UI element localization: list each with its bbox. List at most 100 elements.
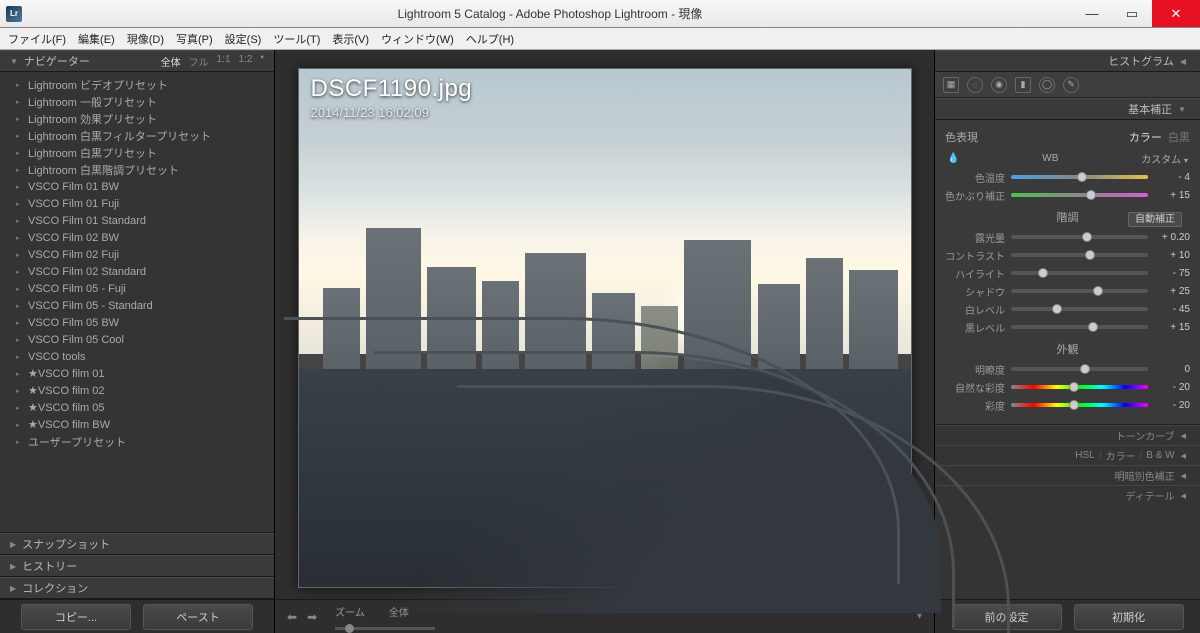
slider-value[interactable]: + 15 [1154,322,1190,333]
maximize-button[interactable]: ▭ [1112,0,1152,27]
menu-item[interactable]: ファイル(F) [4,29,70,49]
treatment-color[interactable]: カラー [1129,132,1162,144]
slider-value[interactable]: - 75 [1154,268,1190,279]
preset-item[interactable]: VSCO Film 05 - Fuji [0,280,274,297]
slider-track[interactable] [1011,325,1148,329]
slider-track[interactable] [1011,253,1148,257]
preset-item[interactable]: Lightroom ビデオプリセット [0,76,274,93]
slider-track[interactable] [1011,403,1148,407]
preset-item[interactable]: Lightroom 効果プリセット [0,110,274,127]
splittone-header[interactable]: 明暗別色補正◀ [935,465,1200,485]
preset-item[interactable]: VSCO Film 05 - Standard [0,297,274,314]
slider-knob[interactable] [1093,286,1103,296]
slider-track[interactable] [1011,307,1148,311]
preset-item[interactable]: VSCO tools [0,348,274,365]
copy-button[interactable]: コピー... [21,604,131,630]
preset-item[interactable]: Lightroom 白黒階調プリセット [0,161,274,178]
radial-tool-icon[interactable]: ◯ [1039,77,1055,93]
redeye-tool-icon[interactable]: ◉ [991,77,1007,93]
preset-item[interactable]: ★VSCO film BW [0,416,274,433]
image-area[interactable]: DSCF1190.jpg 2014/11/23 16:02:09 [275,50,934,599]
preset-item[interactable]: ★VSCO film 02 [0,382,274,399]
zoom-tab[interactable]: 全体 [161,54,181,69]
menu-item[interactable]: 表示(V) [328,29,373,49]
hsl-header[interactable]: HSL/カラー/B & W◀ [935,445,1200,465]
slider-track[interactable] [1011,193,1148,197]
wb-value[interactable]: カスタム [1141,155,1181,166]
slider-knob[interactable] [1080,364,1090,374]
basic-panel-header[interactable]: 基本補正▼ [935,98,1200,120]
slider-track[interactable] [1011,271,1148,275]
eyedropper-icon[interactable]: 💧 [947,153,959,164]
treatment-bw[interactable]: 白黒 [1168,132,1190,144]
slider-value[interactable]: 0 [1154,364,1190,375]
tonecurve-header[interactable]: トーンカーブ◀ [935,425,1200,445]
slider-value[interactable]: - 20 [1154,382,1190,393]
menu-item[interactable]: ツール(T) [269,29,324,49]
slider-track[interactable] [1011,289,1148,293]
slider-knob[interactable] [1052,304,1062,314]
histogram-header[interactable]: ヒストグラム◀ [935,50,1200,72]
preset-item[interactable]: ★VSCO film 01 [0,365,274,382]
zoom-more-icon[interactable]: ♦ [260,54,264,69]
slider-knob[interactable] [1077,172,1087,182]
slider-highlights: ハイライト - 75 [945,264,1190,282]
preset-item[interactable]: ユーザープリセット [0,433,274,450]
slider-knob[interactable] [1069,400,1079,410]
slider-value[interactable]: + 10 [1154,250,1190,261]
crop-tool-icon[interactable]: ▦ [943,77,959,93]
zoom-tab[interactable]: 1:1 [217,54,231,69]
preset-item[interactable]: VSCO Film 01 Standard [0,212,274,229]
zoom-tab[interactable]: 1:2 [239,54,253,69]
zoom-tab[interactable]: フル [189,54,209,69]
history-header[interactable]: ▶ヒストリー [0,555,274,577]
slider-knob[interactable] [1082,232,1092,242]
preset-item[interactable]: VSCO Film 01 Fuji [0,195,274,212]
preset-item[interactable]: VSCO Film 02 BW [0,229,274,246]
menu-item[interactable]: 設定(S) [221,29,266,49]
slider-track[interactable] [1011,175,1148,179]
spot-tool-icon[interactable]: ◌ [967,77,983,93]
slider-knob[interactable] [1085,250,1095,260]
preset-item[interactable]: VSCO Film 05 BW [0,314,274,331]
zoom-slider[interactable] [335,627,435,630]
preset-item[interactable]: Lightroom 白黒プリセット [0,144,274,161]
slider-knob[interactable] [1038,268,1048,278]
slider-value[interactable]: + 15 [1154,190,1190,201]
slider-track[interactable] [1011,235,1148,239]
minimize-button[interactable]: — [1072,0,1112,27]
snapshot-header[interactable]: ▶スナップショット [0,533,274,555]
preset-item[interactable]: VSCO Film 05 Cool [0,331,274,348]
paste-button[interactable]: ペースト [143,604,253,630]
close-button[interactable]: ✕ [1152,0,1200,27]
brush-tool-icon[interactable]: ✎ [1063,77,1079,93]
preset-item[interactable]: VSCO Film 01 BW [0,178,274,195]
collection-header[interactable]: ▶コレクション [0,577,274,599]
preset-item[interactable]: Lightroom 一般プリセット [0,93,274,110]
preset-item[interactable]: ★VSCO film 05 [0,399,274,416]
slider-value[interactable]: - 45 [1154,304,1190,315]
slider-value[interactable]: - 4 [1154,172,1190,183]
slider-value[interactable]: - 20 [1154,400,1190,411]
image-preview[interactable]: DSCF1190.jpg 2014/11/23 16:02:09 [298,68,912,588]
auto-tone-button[interactable]: 自動補正 [1128,212,1182,227]
preset-item[interactable]: VSCO Film 02 Standard [0,263,274,280]
menu-item[interactable]: 現像(D) [123,29,168,49]
slider-knob[interactable] [1086,190,1096,200]
menu-item[interactable]: ヘルプ(H) [462,29,518,49]
slider-knob[interactable] [1088,322,1098,332]
slider-value[interactable]: + 0.20 [1154,232,1190,243]
preset-item[interactable]: Lightroom 白黒フィルタープリセット [0,127,274,144]
reset-button[interactable]: 初期化 [1074,604,1184,630]
menu-item[interactable]: 編集(E) [74,29,119,49]
navigator-header[interactable]: ▼ ナビゲーター 全体フル1:11:2♦ [0,50,274,72]
menu-item[interactable]: ウィンドウ(W) [377,29,458,49]
detail-header[interactable]: ディテール◀ [935,485,1200,505]
slider-value[interactable]: + 25 [1154,286,1190,297]
gradient-tool-icon[interactable]: ▮ [1015,77,1031,93]
slider-track[interactable] [1011,385,1148,389]
preset-item[interactable]: VSCO Film 02 Fuji [0,246,274,263]
slider-knob[interactable] [1069,382,1079,392]
menu-item[interactable]: 写真(P) [172,29,217,49]
slider-track[interactable] [1011,367,1148,371]
